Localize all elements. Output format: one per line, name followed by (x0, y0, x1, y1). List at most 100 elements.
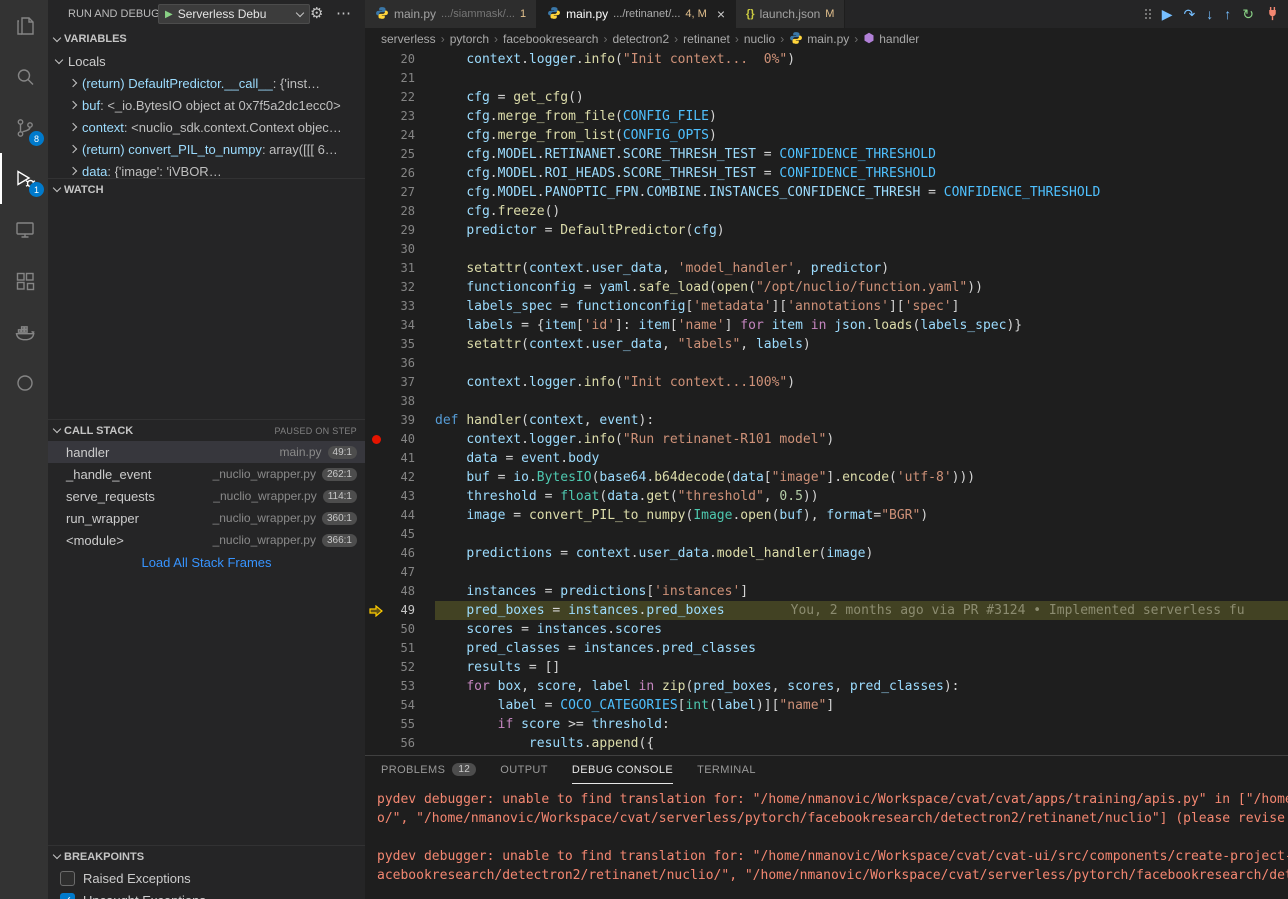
step-over-icon[interactable]: ↷ (1184, 7, 1196, 21)
variables-section-header[interactable]: VARIABLES (48, 28, 365, 50)
gutter[interactable]: 30 (365, 240, 435, 259)
line-content[interactable]: image = convert_PIL_to_numpy(Image.open(… (435, 506, 1288, 525)
line-content[interactable]: results = [] (435, 658, 1288, 677)
gutter[interactable]: 51 (365, 639, 435, 658)
line-content[interactable]: instances = predictions['instances'] (435, 582, 1288, 601)
gutter[interactable]: 20 (365, 50, 435, 69)
breadcrumb-item[interactable]: facebookresearch (503, 32, 598, 46)
breadcrumb-item[interactable]: serverless (381, 32, 436, 46)
gutter[interactable]: 40 (365, 430, 435, 449)
more-actions-icon[interactable]: ⋯ (336, 5, 351, 23)
gutter[interactable]: 49 (365, 601, 435, 620)
gutter[interactable]: 52 (365, 658, 435, 677)
gutter[interactable]: 55 (365, 715, 435, 734)
breadcrumb-item[interactable]: main.py (789, 31, 849, 48)
activity-run-and-debug[interactable]: 1 (0, 153, 48, 204)
panel-tab-terminal[interactable]: TERMINAL (697, 756, 756, 784)
line-content[interactable] (435, 563, 1288, 582)
load-all-stack-frames-link[interactable]: Load All Stack Frames (48, 551, 365, 573)
twisty-icon[interactable] (69, 167, 77, 175)
watch-section-header[interactable]: WATCH (48, 178, 365, 200)
gutter[interactable]: 35 (365, 335, 435, 354)
line-content[interactable]: scores = instances.scores (435, 620, 1288, 639)
gutter[interactable]: 50 (365, 620, 435, 639)
gutter[interactable]: 36 (365, 354, 435, 373)
variable-row[interactable]: (return) DefaultPredictor.__call__: {'in… (48, 72, 365, 94)
stack-frame[interactable]: run_wrapper_nuclio_wrapper.py360:1 (48, 507, 365, 529)
gutter[interactable]: 28 (365, 202, 435, 221)
line-content[interactable]: cfg.MODEL.ROI_HEADS.SCORE_THRESH_TEST = … (435, 164, 1288, 183)
line-content[interactable]: def handler(context, event): (435, 411, 1288, 430)
gutter[interactable]: 29 (365, 221, 435, 240)
breakpoint-row[interactable]: ✓Uncaught Exceptions (48, 889, 365, 899)
editor-tab[interactable]: {}launch.jsonM (736, 0, 845, 28)
gutter[interactable]: 34 (365, 316, 435, 335)
gutter[interactable]: 45 (365, 525, 435, 544)
twisty-icon[interactable] (69, 101, 77, 109)
line-content[interactable]: predictions = context.user_data.model_ha… (435, 544, 1288, 563)
activity-extensions[interactable] (0, 255, 48, 306)
activity-search[interactable] (0, 51, 48, 102)
current-frame-gutter[interactable] (365, 605, 387, 617)
line-content[interactable]: cfg.MODEL.RETINANET.SCORE_THRESH_TEST = … (435, 145, 1288, 164)
step-out-icon[interactable]: ↑ (1224, 7, 1231, 21)
launch-config-dropdown[interactable]: ▶ Serverless Debu (158, 4, 310, 24)
line-content[interactable]: for box, score, label in zip(pred_boxes,… (435, 677, 1288, 696)
stack-frame[interactable]: serve_requests_nuclio_wrapper.py114:1 (48, 485, 365, 507)
activity-remote-explorer[interactable] (0, 204, 48, 255)
activity-docker[interactable] (0, 306, 48, 357)
gutter[interactable]: 38 (365, 392, 435, 411)
stack-frame[interactable]: handlermain.py49:1 (48, 441, 365, 463)
line-content[interactable]: pred_boxes = instances.pred_boxesYou, 2 … (435, 601, 1288, 620)
toolbar-grip-icon[interactable] (1145, 9, 1151, 19)
gutter[interactable]: 48 (365, 582, 435, 601)
breadcrumb-item[interactable]: detectron2 (612, 32, 669, 46)
gutter[interactable]: 44 (365, 506, 435, 525)
variable-row[interactable]: data: {'image': 'iVBOR… (48, 160, 365, 178)
line-content[interactable] (435, 392, 1288, 411)
breakpoint-gutter[interactable] (365, 435, 387, 444)
activity-extension-circle[interactable] (0, 357, 48, 408)
gutter[interactable]: 37 (365, 373, 435, 392)
line-content[interactable]: context.logger.info("Init context... 0%"… (435, 50, 1288, 69)
line-content[interactable] (435, 240, 1288, 259)
breadcrumb-item[interactable]: nuclio (744, 32, 775, 46)
step-into-icon[interactable]: ↓ (1206, 7, 1213, 21)
gutter[interactable]: 41 (365, 449, 435, 468)
stack-frame[interactable]: _handle_event_nuclio_wrapper.py262:1 (48, 463, 365, 485)
line-content[interactable]: cfg.MODEL.PANOPTIC_FPN.COMBINE.INSTANCES… (435, 183, 1288, 202)
editor-tab[interactable]: main.py.../siammask/...1 (365, 0, 537, 28)
line-content[interactable]: results.append({ (435, 734, 1288, 753)
disconnect-icon[interactable] (1265, 6, 1280, 23)
breadcrumb-item[interactable]: retinanet (683, 32, 730, 46)
restart-icon[interactable]: ↻ (1242, 7, 1254, 21)
settings-gear-icon[interactable]: ⚙ (310, 5, 323, 23)
line-content[interactable] (435, 354, 1288, 373)
line-content[interactable] (435, 69, 1288, 88)
activity-source-control[interactable]: 8 (0, 102, 48, 153)
line-content[interactable]: context.logger.info("Init context...100%… (435, 373, 1288, 392)
line-content[interactable]: data = event.body (435, 449, 1288, 468)
twisty-icon[interactable] (69, 79, 77, 87)
gutter[interactable]: 39 (365, 411, 435, 430)
line-content[interactable]: label = COCO_CATEGORIES[int(label)]["nam… (435, 696, 1288, 715)
gutter[interactable]: 26 (365, 164, 435, 183)
panel-tab-problems[interactable]: PROBLEMS12 (381, 756, 476, 784)
gutter[interactable]: 31 (365, 259, 435, 278)
line-content[interactable] (435, 525, 1288, 544)
breakpoints-section-header[interactable]: BREAKPOINTS (48, 845, 365, 867)
line-content[interactable]: cfg.merge_from_list(CONFIG_OPTS) (435, 126, 1288, 145)
line-content[interactable]: cfg.freeze() (435, 202, 1288, 221)
close-icon[interactable]: × (717, 7, 725, 21)
breadcrumb-item[interactable]: pytorch (450, 32, 489, 46)
line-content[interactable]: setattr(context.user_data, 'model_handle… (435, 259, 1288, 278)
panel-tab-output[interactable]: OUTPUT (500, 756, 548, 784)
checkbox[interactable] (60, 871, 75, 886)
twisty-icon[interactable] (69, 123, 77, 131)
breadcrumb-item[interactable]: handler (863, 32, 919, 47)
editor-tab[interactable]: main.py.../retinanet/...4, M× (537, 0, 736, 28)
gutter[interactable]: 27 (365, 183, 435, 202)
variables-scope-row[interactable]: Locals (48, 50, 365, 72)
breakpoint-row[interactable]: Raised Exceptions (48, 867, 365, 889)
gutter[interactable]: 43 (365, 487, 435, 506)
